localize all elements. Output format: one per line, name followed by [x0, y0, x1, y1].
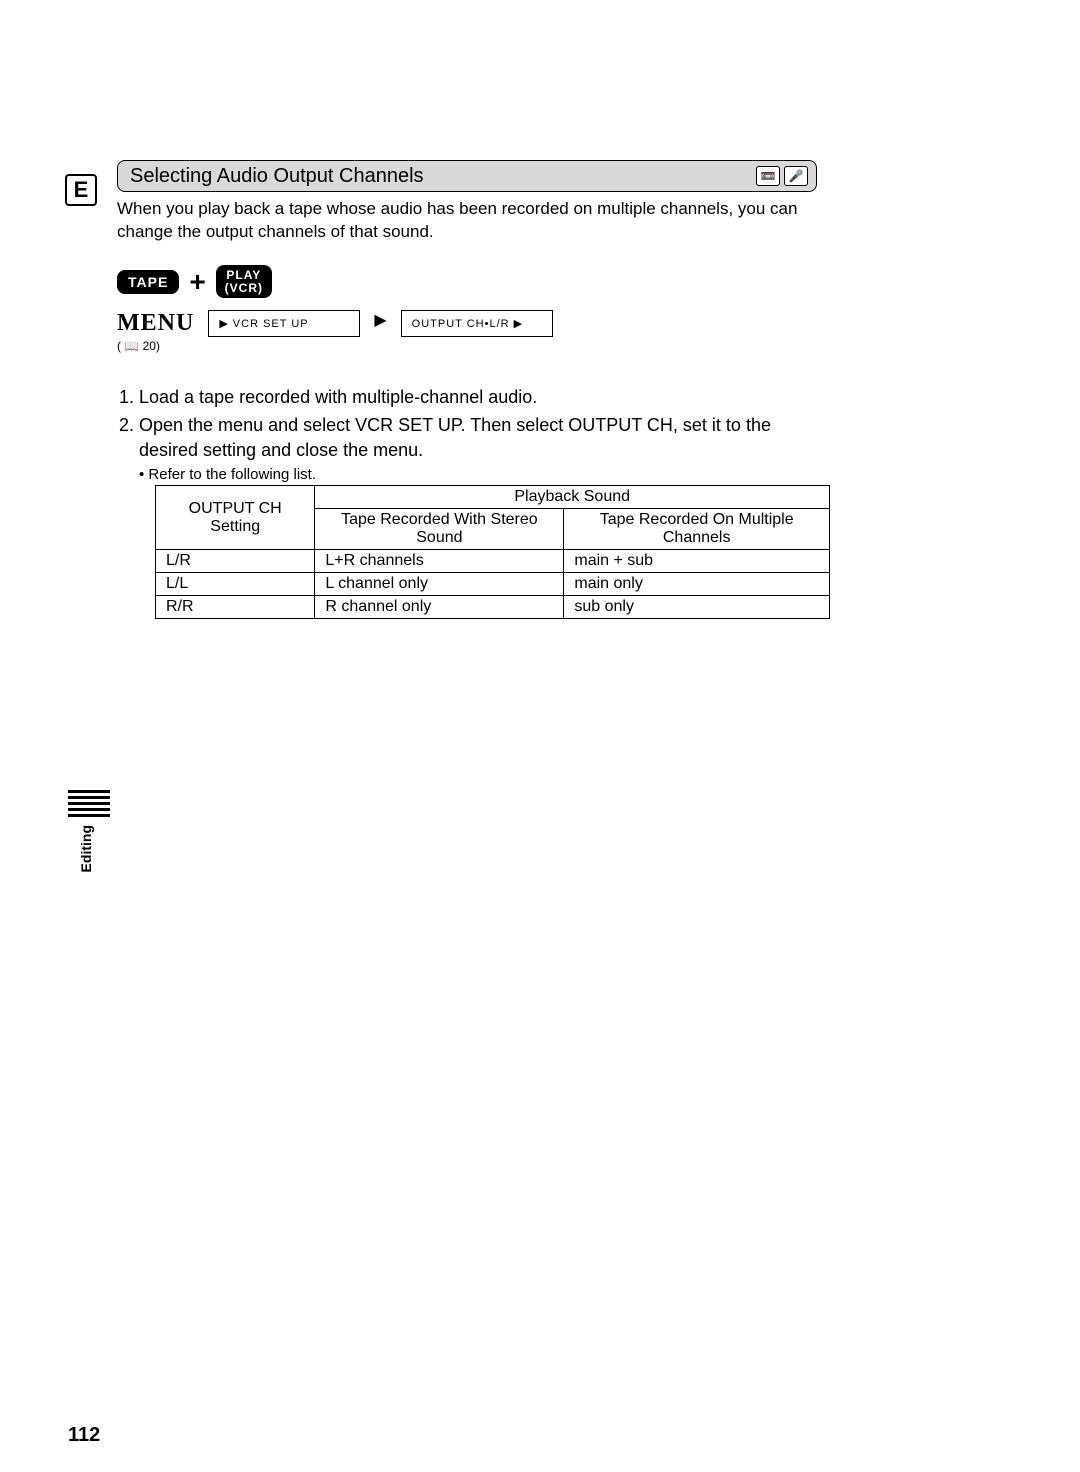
step-2: Open the menu and select VCR SET UP. The… — [139, 413, 827, 462]
arrow-icon: ▶ — [374, 310, 386, 330]
plus-icon: + — [189, 266, 205, 298]
menu-box-output-ch: OUTPUT CH•L/R ▶ — [401, 310, 553, 337]
cell: main + sub — [564, 550, 830, 573]
side-tab-bars — [68, 790, 110, 817]
th-playback-sound: Playback Sound — [315, 486, 830, 509]
th-multi: Tape Recorded On Multiple Channels — [564, 509, 830, 550]
cell: main only — [564, 573, 830, 596]
arrow-icon: ▶ — [514, 317, 523, 330]
output-ch-table: OUTPUT CH Setting Playback Sound Tape Re… — [155, 485, 830, 619]
side-tab-label: Editing — [78, 825, 94, 872]
section-title-bar: Selecting Audio Output Channels 📼 🎤 — [117, 160, 817, 192]
menu-label-block: MENU ( 📖 20) — [117, 310, 194, 353]
cell: L/R — [156, 550, 315, 573]
menu-ref: ( 📖 20) — [117, 339, 194, 353]
menu-row: MENU ( 📖 20) ▶ VCR SET UP ▶ OUTPUT CH•L/… — [117, 310, 553, 353]
language-badge: E — [65, 174, 97, 206]
section-title-icons: 📼 🎤 — [756, 166, 808, 186]
table-row: L/L L channel only main only — [156, 573, 830, 596]
mode-play-vcr: PLAY (VCR) — [216, 265, 272, 298]
menu-box1-label: VCR SET UP — [233, 318, 309, 330]
step-1: Load a tape recorded with multiple-chann… — [139, 385, 827, 409]
menu-box-vcr-setup: ▶ VCR SET UP — [208, 310, 360, 337]
cell: L channel only — [315, 573, 564, 596]
mode-play-line2: (VCR) — [225, 281, 263, 295]
table-row: L/R L+R channels main + sub — [156, 550, 830, 573]
cell: L/L — [156, 573, 315, 596]
cell: L+R channels — [315, 550, 564, 573]
intro-text: When you play back a tape whose audio ha… — [117, 198, 817, 244]
th-stereo: Tape Recorded With Stereo Sound — [315, 509, 564, 550]
th-output-ch: OUTPUT CH Setting — [156, 486, 315, 550]
side-tab-editing: Editing — [68, 790, 110, 910]
steps: Load a tape recorded with multiple-chann… — [117, 385, 827, 483]
arrow-icon: ▶ — [219, 317, 228, 330]
section-title: Selecting Audio Output Channels — [130, 165, 424, 188]
menu-word: MENU — [117, 310, 194, 337]
menu-box2-label: OUTPUT CH•L/R — [412, 318, 510, 330]
cell: R channel only — [315, 596, 564, 619]
table-row: R/R R channel only sub only — [156, 596, 830, 619]
cell: R/R — [156, 596, 315, 619]
mic-icon: 🎤 — [784, 166, 808, 186]
mode-row: TAPE + PLAY (VCR) — [117, 265, 272, 298]
tape-icon: 📼 — [756, 166, 780, 186]
step-2-sub: • Refer to the following list. — [139, 466, 827, 483]
page-number: 112 — [68, 1424, 100, 1447]
cell: sub only — [564, 596, 830, 619]
mode-tape: TAPE — [117, 270, 179, 294]
